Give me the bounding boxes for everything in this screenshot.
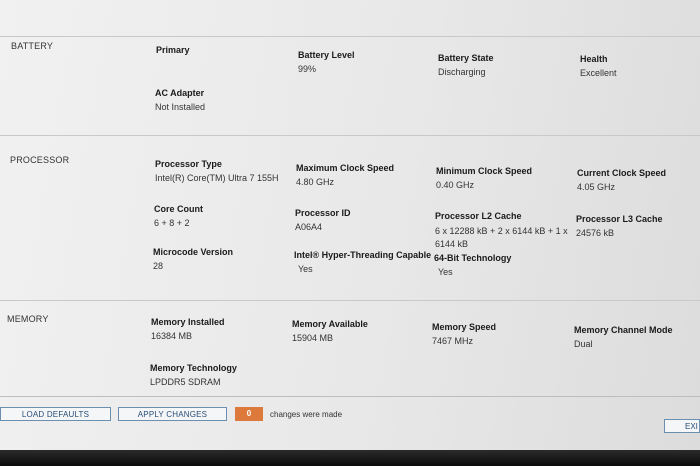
core-count-label: Core Count xyxy=(154,204,203,214)
memory-speed-value: 7467 MHz xyxy=(432,336,474,346)
battery-primary-label: Primary xyxy=(156,45,190,55)
exit-button[interactable]: EXI xyxy=(664,419,700,433)
microcode-label: Microcode Version xyxy=(153,247,234,257)
processor-type-value: Intel(R) Core(TM) Ultra 7 155H xyxy=(155,173,279,183)
memory-section-label: MEMORY xyxy=(7,314,49,324)
min-clock-label: Minimum Clock Speed xyxy=(436,166,533,176)
processor-id-value: A06A4 xyxy=(295,222,323,232)
l3-cache-label: Processor L3 Cache xyxy=(576,214,663,224)
memory-technology-value: LPDDR5 SDRAM xyxy=(150,377,221,387)
memory-installed-label: Memory Installed xyxy=(151,317,225,327)
bit64-value: Yes xyxy=(438,267,453,277)
ac-adapter-label: AC Adapter xyxy=(155,88,205,98)
hyperthreading-value: Yes xyxy=(298,264,313,274)
l3-cache-field: Processor L3 Cache 24576 kB xyxy=(576,214,663,238)
divider-footer xyxy=(0,396,700,397)
memory-available-value: 15904 MB xyxy=(292,333,334,343)
battery-state-label: Battery State xyxy=(438,53,494,63)
battery-level-label: Battery Level xyxy=(298,50,355,60)
divider-memory xyxy=(0,300,700,301)
max-clock-value: 4.80 GHz xyxy=(296,177,335,187)
min-clock-value: 0.40 GHz xyxy=(436,180,475,190)
battery-state-value: Discharging xyxy=(438,67,486,77)
battery-primary-field: Primary xyxy=(156,45,190,55)
processor-id-field: Processor ID A06A4 xyxy=(295,208,351,232)
l2-cache-label: Processor L2 Cache xyxy=(435,211,522,221)
footer-bar: LOAD DEFAULTS APPLY CHANGES 0 changes we… xyxy=(0,398,700,450)
max-clock-label: Maximum Clock Speed xyxy=(296,163,395,173)
hyperthreading-label: Intel® Hyper-Threading Capable xyxy=(294,250,432,260)
changes-status-text: changes were made xyxy=(270,410,343,419)
memory-speed-field: Memory Speed 7467 MHz xyxy=(432,322,496,346)
memory-installed-field: Memory Installed 16384 MB xyxy=(151,317,225,341)
battery-health-label: Health xyxy=(580,54,608,64)
memory-channel-label: Memory Channel Mode xyxy=(574,325,673,335)
load-defaults-button[interactable]: LOAD DEFAULTS xyxy=(0,407,111,421)
memory-technology-field: Memory Technology LPDDR5 SDRAM xyxy=(150,363,237,387)
max-clock-field: Maximum Clock Speed 4.80 GHz xyxy=(296,163,394,187)
battery-level-field: Battery Level 99% xyxy=(298,50,355,74)
battery-level-value: 99% xyxy=(298,64,317,74)
divider-top xyxy=(0,36,700,37)
current-clock-value: 4.05 GHz xyxy=(577,182,616,192)
screen-bezel xyxy=(0,450,700,466)
ac-adapter-value: Not Installed xyxy=(155,102,206,112)
bios-system-info-page: BATTERY Primary Battery Level 99% Batter… xyxy=(0,0,700,466)
processor-type-label: Processor Type xyxy=(155,159,222,169)
changes-count-badge: 0 xyxy=(235,407,263,421)
bit64-field: 64-Bit Technology Yes xyxy=(434,253,511,277)
memory-channel-value: Dual xyxy=(574,339,593,349)
hyperthreading-field: Intel® Hyper-Threading Capable Yes xyxy=(294,250,431,274)
core-count-value: 6 + 8 + 2 xyxy=(154,218,190,228)
microcode-field: Microcode Version 28 xyxy=(153,247,233,271)
l2-cache-field: Processor L2 Cache 6 x 12288 kB + 2 x 61… xyxy=(435,211,570,251)
ac-adapter-field: AC Adapter Not Installed xyxy=(155,88,205,112)
memory-speed-label: Memory Speed xyxy=(432,322,497,332)
min-clock-field: Minimum Clock Speed 0.40 GHz xyxy=(436,166,532,190)
memory-available-label: Memory Available xyxy=(292,319,368,329)
memory-technology-label: Memory Technology xyxy=(150,363,237,373)
processor-id-label: Processor ID xyxy=(295,208,351,218)
l3-cache-value: 24576 kB xyxy=(576,228,615,238)
bit64-label: 64-Bit Technology xyxy=(434,253,512,263)
core-count-field: Core Count 6 + 8 + 2 xyxy=(154,204,203,228)
current-clock-field: Current Clock Speed 4.05 GHz xyxy=(577,168,666,192)
battery-section-label: BATTERY xyxy=(11,41,54,51)
memory-installed-value: 16384 MB xyxy=(151,331,193,341)
apply-changes-button[interactable]: APPLY CHANGES xyxy=(118,407,227,421)
processor-type-field: Processor Type Intel(R) Core(TM) Ultra 7… xyxy=(155,159,279,183)
processor-section-label: PROCESSOR xyxy=(10,155,70,165)
memory-channel-field: Memory Channel Mode Dual xyxy=(574,325,673,349)
battery-health-field: Health Excellent xyxy=(580,54,617,78)
divider-processor xyxy=(0,135,700,136)
battery-state-field: Battery State Discharging xyxy=(438,53,494,77)
microcode-value: 28 xyxy=(153,261,164,271)
memory-available-field: Memory Available 15904 MB xyxy=(292,319,368,343)
current-clock-label: Current Clock Speed xyxy=(577,168,667,178)
battery-health-value: Excellent xyxy=(580,68,617,78)
l2-cache-value: 6 x 12288 kB + 2 x 6144 kB + 1 x 6144 kB xyxy=(435,226,568,249)
